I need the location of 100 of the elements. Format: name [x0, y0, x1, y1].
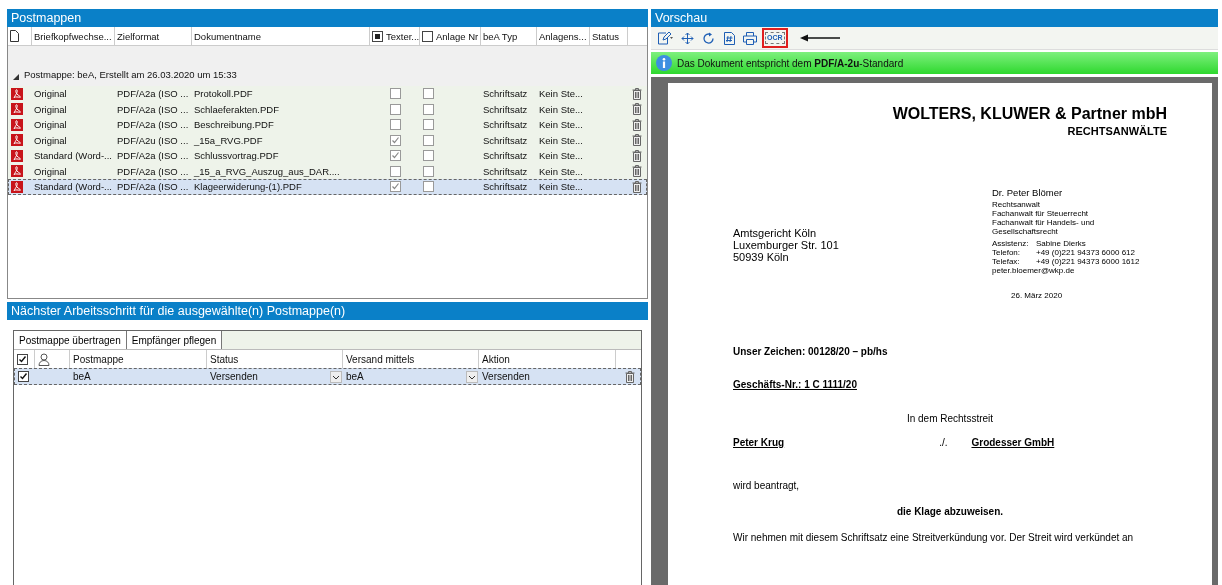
- expand-triangle-icon[interactable]: [13, 74, 19, 80]
- checkbox[interactable]: [389, 150, 401, 162]
- table-cell: Schriftsatz: [483, 134, 528, 146]
- table-row[interactable]: Standard (Word-... PDF/A2a (ISO ... Schlussvortrag.PDF Schriftsatz Kein Ste...: [8, 148, 647, 164]
- pdf-icon: [11, 180, 23, 193]
- party-name: Peter Krug: [733, 437, 785, 448]
- trash-icon[interactable]: [632, 149, 642, 162]
- dispatch-dropdown[interactable]: beA: [343, 369, 479, 384]
- checkbox[interactable]: [422, 103, 434, 115]
- table-cell: _15a_RVG.PDF: [194, 134, 263, 146]
- lawyer-title: Gesellschaftsrecht: [992, 227, 1059, 236]
- table-cell: Original: [34, 134, 67, 146]
- table-row[interactable]: beA Versenden beA Versenden: [14, 368, 641, 385]
- column-header[interactable]: beA Typ: [483, 30, 518, 42]
- pdf-icon: [11, 149, 23, 162]
- trash-icon[interactable]: [632, 87, 642, 100]
- checkbox[interactable]: [422, 181, 434, 193]
- firm-subtitle: RECHTSANWÄLTE: [1066, 125, 1167, 137]
- table-cell: Versenden: [482, 371, 530, 382]
- table-cell: _15_a_RVG_Auszug_aus_DAR....: [194, 165, 340, 177]
- tab-button[interactable]: Empfänger pflegen: [126, 331, 223, 349]
- table-cell: PDF/A2a (ISO ...: [117, 165, 189, 177]
- checkbox[interactable]: [422, 134, 434, 146]
- table-cell: Kein Ste...: [539, 165, 583, 177]
- table-cell: Kein Ste...: [539, 103, 583, 115]
- checkbox[interactable]: [389, 181, 401, 193]
- column-header[interactable]: Anlage Nr: [436, 30, 479, 42]
- header-checkbox[interactable]: [372, 30, 383, 42]
- letter-text: wird beantragt,: [733, 480, 800, 491]
- trash-icon[interactable]: [632, 103, 642, 116]
- checkbox[interactable]: [422, 165, 434, 177]
- column-header[interactable]: Anlagens...: [539, 30, 587, 42]
- address-line: Amtsgericht Köln: [733, 227, 818, 239]
- table-cell: Kein Ste...: [539, 181, 583, 193]
- status-dropdown[interactable]: Versenden: [207, 369, 343, 384]
- column-header[interactable]: Status: [592, 30, 619, 42]
- column-header[interactable]: Versand mittels: [346, 353, 415, 365]
- table-row[interactable]: Standard (Word-... PDF/A2a (ISO ... Klageerwiderung-(1).PDF Schriftsatz Kein Ste...: [8, 179, 647, 195]
- column-header[interactable]: Status: [210, 353, 239, 365]
- trash-icon[interactable]: [632, 180, 642, 193]
- address-line: 50939 Köln: [733, 251, 790, 263]
- column-header[interactable]: Texter...: [386, 30, 420, 42]
- table-cell: Kein Ste...: [539, 150, 583, 162]
- letter-text: die Klage abzuweisen.: [896, 506, 1004, 517]
- trash-icon[interactable]: [632, 165, 642, 178]
- table-cell: PDF/A2u (ISO ...: [117, 134, 189, 146]
- table-cell: Protokoll.PDF: [194, 88, 253, 100]
- contact-value: Sabine Dierks: [1036, 239, 1087, 248]
- checkbox[interactable]: [422, 88, 434, 100]
- table-row[interactable]: Original PDF/A2a (ISO ... Beschreibung.PDF Schriftsatz Kein Ste...: [8, 117, 647, 133]
- table-cell: Standard (Word-...: [34, 150, 112, 162]
- hash-document-icon: [723, 31, 735, 45]
- contact-value: +49 (0)221 94373 6000 612: [1036, 248, 1136, 257]
- table-cell: Schriftsatz: [483, 181, 528, 193]
- person-icon: [38, 352, 50, 366]
- group-label: Postmappe: beA, Erstellt am 26.03.2020 um 15:33: [24, 69, 237, 80]
- column-header[interactable]: Dokumentname: [194, 30, 262, 42]
- checkbox[interactable]: [389, 134, 401, 146]
- checkbox[interactable]: [389, 103, 401, 115]
- table-cell: PDF/A2a (ISO ...: [117, 119, 189, 131]
- table-cell: PDF/A2a (ISO ...: [117, 181, 189, 193]
- print-icon: [743, 31, 757, 45]
- info-message: Das Dokument entspricht dem PDF/A-2u-Standard: [677, 57, 904, 69]
- address-line: Luxemburger Str. 101: [733, 239, 839, 251]
- tab-button[interactable]: Postmappe übertragen: [14, 331, 127, 349]
- column-header[interactable]: Briefkopfwechse...: [34, 30, 112, 42]
- panel-title: Postmappen: [7, 9, 648, 27]
- checkbox[interactable]: [389, 165, 401, 177]
- lawyer-title: Rechtsanwalt: [992, 200, 1042, 209]
- column-header[interactable]: Postmappe: [73, 353, 124, 365]
- column-header[interactable]: Zielformat: [117, 30, 160, 42]
- trash-icon[interactable]: [624, 370, 635, 383]
- letter-text: Wir nehmen mit diesem Schriftsatz eine Streitverkündung vor. Der Streit wird verkündet an: [733, 532, 1134, 543]
- checkbox[interactable]: [18, 371, 29, 382]
- table-cell: Original: [34, 103, 67, 115]
- pdf-icon: [11, 103, 23, 116]
- checkbox[interactable]: [389, 88, 401, 100]
- rotate-icon: [702, 31, 715, 45]
- pdf-icon: [11, 87, 23, 100]
- table-cell: Schriftsatz: [483, 150, 528, 162]
- trash-icon[interactable]: [632, 134, 642, 147]
- pdf-icon: [11, 118, 23, 131]
- firm-name: WOLTERS, KLUWER & Partner mbH: [891, 105, 1167, 123]
- checkbox[interactable]: [422, 119, 434, 131]
- trash-icon[interactable]: [632, 118, 642, 131]
- table-cell: PDF/A2a (ISO ...: [117, 88, 189, 100]
- table-row[interactable]: Original PDF/A2a (ISO ... Protokoll.PDF Schriftsatz Kein Ste...: [8, 86, 647, 102]
- pdf-icon: [11, 165, 23, 178]
- panel-title: Nächster Arbeitsschritt für die ausgewählte(n) Postmappe(n): [7, 302, 648, 320]
- header-checkbox[interactable]: [17, 353, 28, 365]
- party-name: Grodesser GmbH: [971, 437, 1055, 448]
- table-cell: Standard (Word-...: [34, 181, 112, 193]
- column-header[interactable]: Aktion: [482, 353, 510, 365]
- letter-text: Geschäfts-Nr.: 1 C 1111/20: [733, 379, 857, 390]
- checkbox[interactable]: [422, 150, 434, 162]
- header-checkbox[interactable]: [422, 30, 433, 42]
- checkbox[interactable]: [389, 119, 401, 131]
- email-address: peter.bloemer@wkp.de: [992, 266, 1076, 275]
- table-cell: Kein Ste...: [539, 119, 583, 131]
- table-cell: Original: [34, 165, 67, 177]
